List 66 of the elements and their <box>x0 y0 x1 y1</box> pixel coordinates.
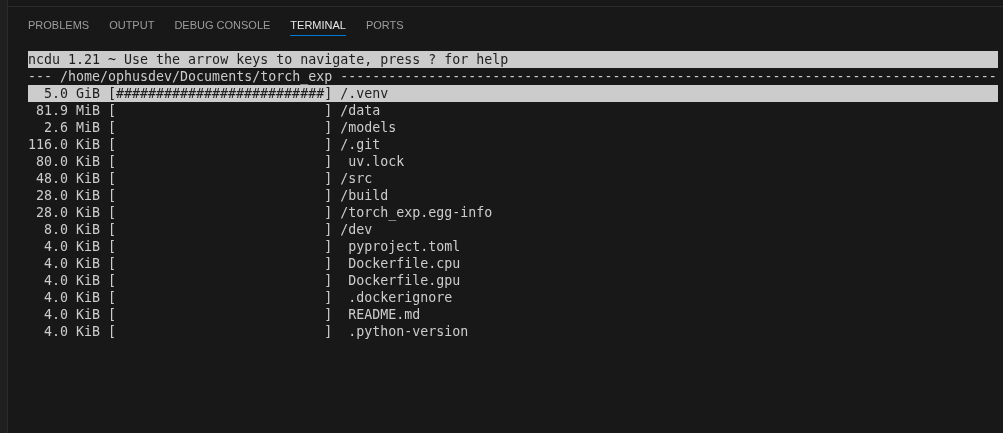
usage-bar-text: [ ] <box>108 323 333 340</box>
size-text: 5.0 GiB <box>42 85 100 102</box>
panel-tab[interactable]: TERMINAL <box>290 17 346 36</box>
size-text: 80.0 KiB <box>34 153 100 170</box>
usage-bar-text: [ ] <box>108 272 333 289</box>
size-text: 48.0 KiB <box>34 170 100 187</box>
usage-bar-text: [ ] <box>108 119 333 136</box>
size-text: 4.0 KiB <box>42 238 100 255</box>
usage-bar-text: [ ] <box>108 255 333 272</box>
panel-tab[interactable]: PROBLEMS <box>28 17 90 36</box>
entry-row[interactable]: 48.0 KiB [ ] /src <box>28 170 998 187</box>
usage-bar-text: [ ] <box>108 153 333 170</box>
entry-row[interactable]: 4.0 KiB [ ] .dockerignore <box>28 289 998 306</box>
directory-name: /.venv <box>340 85 389 102</box>
entry-row[interactable]: 4.0 KiB [ ] README.md <box>28 306 998 323</box>
size-text: 4.0 KiB <box>42 289 100 306</box>
size-text: 116.0 KiB <box>28 136 100 153</box>
usage-bar-text: [ ] <box>108 136 333 153</box>
size-text: 28.0 KiB <box>34 187 100 204</box>
entry-row[interactable]: 28.0 KiB [ ] /build <box>28 187 998 204</box>
directory-name: /dev <box>340 221 373 238</box>
size-text: 4.0 KiB <box>42 272 100 289</box>
entry-row[interactable]: 116.0 KiB [ ] /.git <box>28 136 998 153</box>
path-line: --- /home/ophusdev/Documents/torch_exp ---------------------------------------------------------------------------------- <box>28 68 998 85</box>
size-text: 8.0 KiB <box>42 221 100 238</box>
file-name: Dockerfile.cpu <box>348 255 461 272</box>
directory-name: /src <box>340 170 373 187</box>
usage-bar-text: [ ] <box>108 204 333 221</box>
entry-row[interactable]: 5.0 GiB [##########################] /.venv <box>28 85 998 102</box>
usage-bar-text: [ ] <box>108 221 333 238</box>
usage-bar-text: [ ] <box>108 170 333 187</box>
size-text: 2.6 MiB <box>42 119 100 136</box>
file-name: .python-version <box>348 323 469 340</box>
usage-bar-text: [ ] <box>108 187 333 204</box>
entry-row[interactable]: 80.0 KiB [ ] uv.lock <box>28 153 998 170</box>
file-name: .dockerignore <box>348 289 453 306</box>
file-name: Dockerfile.gpu <box>348 272 461 289</box>
panel-tab[interactable]: DEBUG CONSOLE <box>174 17 271 36</box>
entry-row[interactable]: 4.0 KiB [ ] pyproject.toml <box>28 238 998 255</box>
entry-row[interactable]: 4.0 KiB [ ] .python-version <box>28 323 998 340</box>
entry-row[interactable]: 4.0 KiB [ ] Dockerfile.gpu <box>28 272 998 289</box>
entry-row[interactable]: 2.6 MiB [ ] /models <box>28 119 998 136</box>
file-name: pyproject.toml <box>348 238 461 255</box>
usage-bar-text: [ ] <box>108 289 333 306</box>
panel-tab[interactable]: OUTPUT <box>109 17 155 36</box>
usage-bar-text: [ ] <box>108 306 333 323</box>
directory-name: /models <box>340 119 397 136</box>
size-text: 81.9 MiB <box>34 102 100 119</box>
usage-bar-text: [ ] <box>108 102 333 119</box>
entry-row[interactable]: 4.0 KiB [ ] Dockerfile.cpu <box>28 255 998 272</box>
size-text: 28.0 KiB <box>34 204 100 221</box>
file-name: README.md <box>348 306 421 323</box>
size-text: 4.0 KiB <box>42 255 100 272</box>
panel-tab[interactable]: PORTS <box>365 17 404 36</box>
size-text: 4.0 KiB <box>42 323 100 340</box>
entry-row[interactable]: 8.0 KiB [ ] /dev <box>28 221 998 238</box>
directory-name: /data <box>340 102 381 119</box>
file-name: uv.lock <box>348 153 405 170</box>
entry-row[interactable]: 28.0 KiB [ ] /torch_exp.egg-info <box>28 204 998 221</box>
usage-bar-text: [ ] <box>108 238 333 255</box>
size-text: 4.0 KiB <box>42 306 100 323</box>
directory-name: /.git <box>340 136 381 153</box>
directory-name: /torch_exp.egg-info <box>340 204 493 221</box>
usage-bar-text: [##########################] <box>108 85 333 102</box>
entry-row[interactable]: 81.9 MiB [ ] /data <box>28 102 998 119</box>
directory-name: /build <box>340 187 389 204</box>
